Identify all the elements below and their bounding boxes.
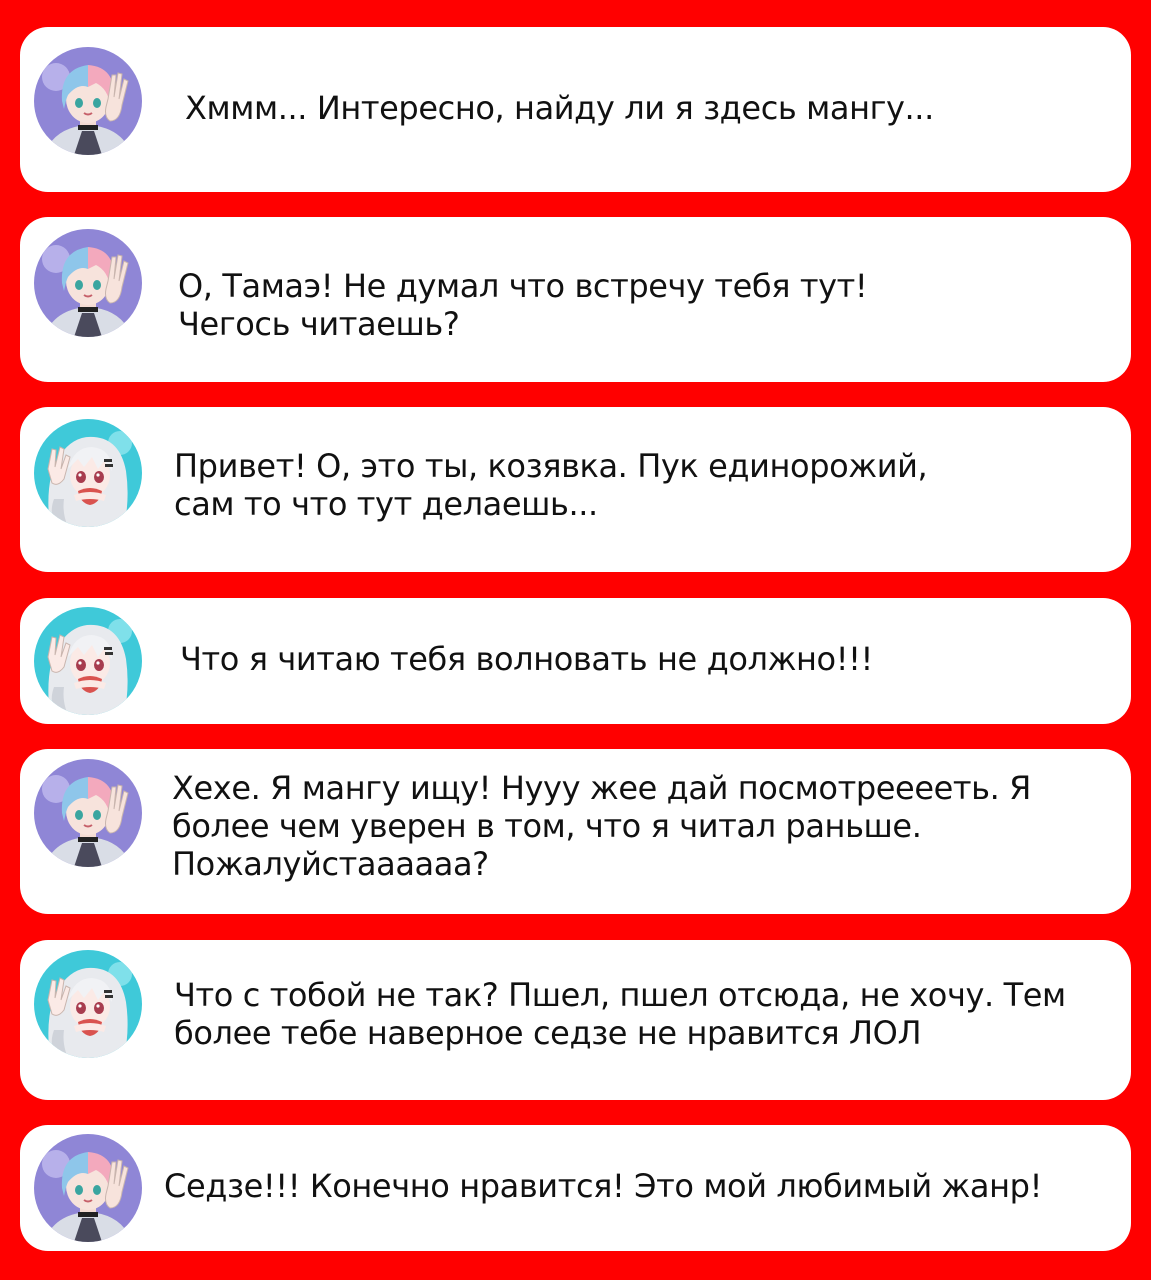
message-line: Что с тобой не так? Пшел, пшел отсюда, н… xyxy=(174,976,1066,1014)
message-line: Хехе. Я мангу ищу! Нууу жее дай посмотре… xyxy=(172,769,1031,807)
boy-avatar-icon[interactable] xyxy=(34,47,142,155)
boy-avatar-icon[interactable] xyxy=(34,229,142,337)
message-line: более тебе наверное седзе не нравится ЛО… xyxy=(174,1014,922,1052)
message-line: Чегось читаешь? xyxy=(178,305,460,343)
girl-avatar-icon[interactable] xyxy=(34,607,142,715)
message-text: Что с тобой не так? Пшел, пшел отсюда, н… xyxy=(174,976,1066,1052)
girl-avatar-icon[interactable] xyxy=(34,419,142,527)
message-line: сам то что тут делаешь... xyxy=(174,485,598,523)
message-line: О, Тамаэ! Не думал что встречу тебя тут! xyxy=(178,267,868,305)
message-bubble: О, Тамаэ! Не думал что встречу тебя тут!… xyxy=(20,217,1131,382)
message-text: Хехе. Я мангу ищу! Нууу жее дай посмотре… xyxy=(172,769,1031,883)
message-bubble: Седзе!!! Конечно нравится! Это мой любим… xyxy=(20,1125,1131,1251)
message-line: Пожалуйстаааааа? xyxy=(172,845,489,883)
message-bubble: Что я читаю тебя волновать не должно!!! xyxy=(20,598,1131,724)
message-line: Хммм... Интересно, найду ли я здесь манг… xyxy=(185,89,934,127)
message-bubble: Хммм... Интересно, найду ли я здесь манг… xyxy=(20,27,1131,192)
boy-avatar-icon[interactable] xyxy=(34,759,142,867)
message-text: Что я читаю тебя волновать не должно!!! xyxy=(180,640,873,678)
message-bubble: Хехе. Я мангу ищу! Нууу жее дай посмотре… xyxy=(20,749,1131,914)
message-text: Седзе!!! Конечно нравится! Это мой любим… xyxy=(164,1167,1042,1205)
message-bubble: Что с тобой не так? Пшел, пшел отсюда, н… xyxy=(20,940,1131,1100)
girl-avatar-icon[interactable] xyxy=(34,950,142,1058)
message-line: Седзе!!! Конечно нравится! Это мой любим… xyxy=(164,1167,1043,1205)
message-line: Привет! О, это ты, козявка. Пук единорож… xyxy=(174,447,928,485)
boy-avatar-icon[interactable] xyxy=(34,1134,142,1242)
message-line: более чем уверен в том, что я читал рань… xyxy=(172,807,922,845)
message-bubble: Привет! О, это ты, козявка. Пук единорож… xyxy=(20,407,1131,572)
message-text: Хммм... Интересно, найду ли я здесь манг… xyxy=(185,89,934,127)
message-line: Что я читаю тебя волновать не должно!!! xyxy=(180,640,873,678)
message-text: Привет! О, это ты, козявка. Пук единорож… xyxy=(174,447,928,523)
message-text: О, Тамаэ! Не думал что встречу тебя тут!… xyxy=(178,267,868,343)
